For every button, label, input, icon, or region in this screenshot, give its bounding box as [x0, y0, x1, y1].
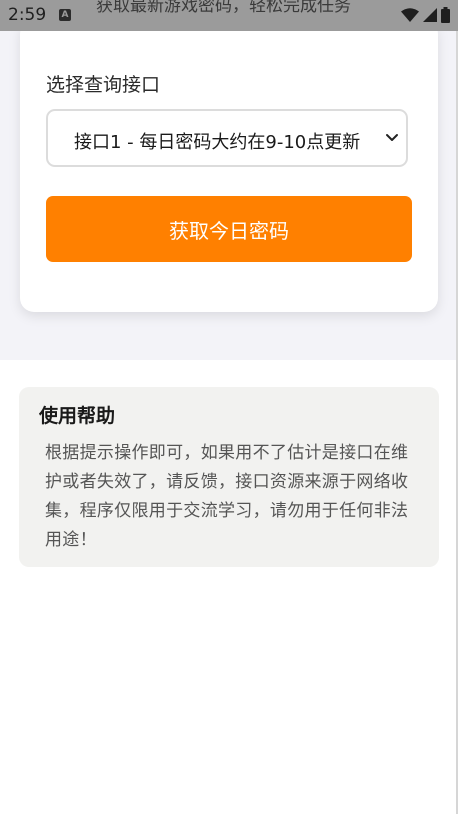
query-card: 选择查询接口 接口1 - 每日密码大约在9-10点更新 获取今日密码: [20, 20, 438, 312]
interface-select[interactable]: 接口1 - 每日密码大约在9-10点更新: [46, 109, 408, 167]
status-bar: 获取最新游戏密码，轻松完成任务 2:59 A: [0, 0, 458, 31]
chevron-down-icon: [386, 134, 398, 141]
status-icons: [401, 6, 450, 24]
get-today-password-button[interactable]: 获取今日密码: [46, 196, 412, 262]
app-screen: 获取最新游戏密码，轻松完成任务 2:59 A 选择查询接口 接口1 - 每日密码…: [0, 0, 458, 814]
wifi-icon: [401, 8, 419, 22]
interface-select-value: 接口1 - 每日密码大约在9-10点更新: [74, 132, 361, 153]
help-box: 使用帮助 根据提示操作即可，如果用不了估计是接口在维护或者失效了，请反馈，接口资…: [19, 387, 439, 567]
signal-icon: [423, 8, 437, 22]
status-banner-text: 获取最新游戏密码，轻松完成任务: [96, 0, 351, 16]
help-body: 根据提示操作即可，如果用不了估计是接口在维护或者失效了，请反馈，接口资源来源于网…: [45, 443, 409, 550]
notification-a-icon: A: [59, 9, 71, 21]
get-today-password-button-label: 获取今日密码: [169, 218, 289, 243]
status-time: 2:59: [8, 5, 47, 25]
help-title: 使用帮助: [39, 405, 116, 427]
battery-icon: [441, 7, 450, 23]
select-interface-label: 选择查询接口: [46, 74, 161, 96]
